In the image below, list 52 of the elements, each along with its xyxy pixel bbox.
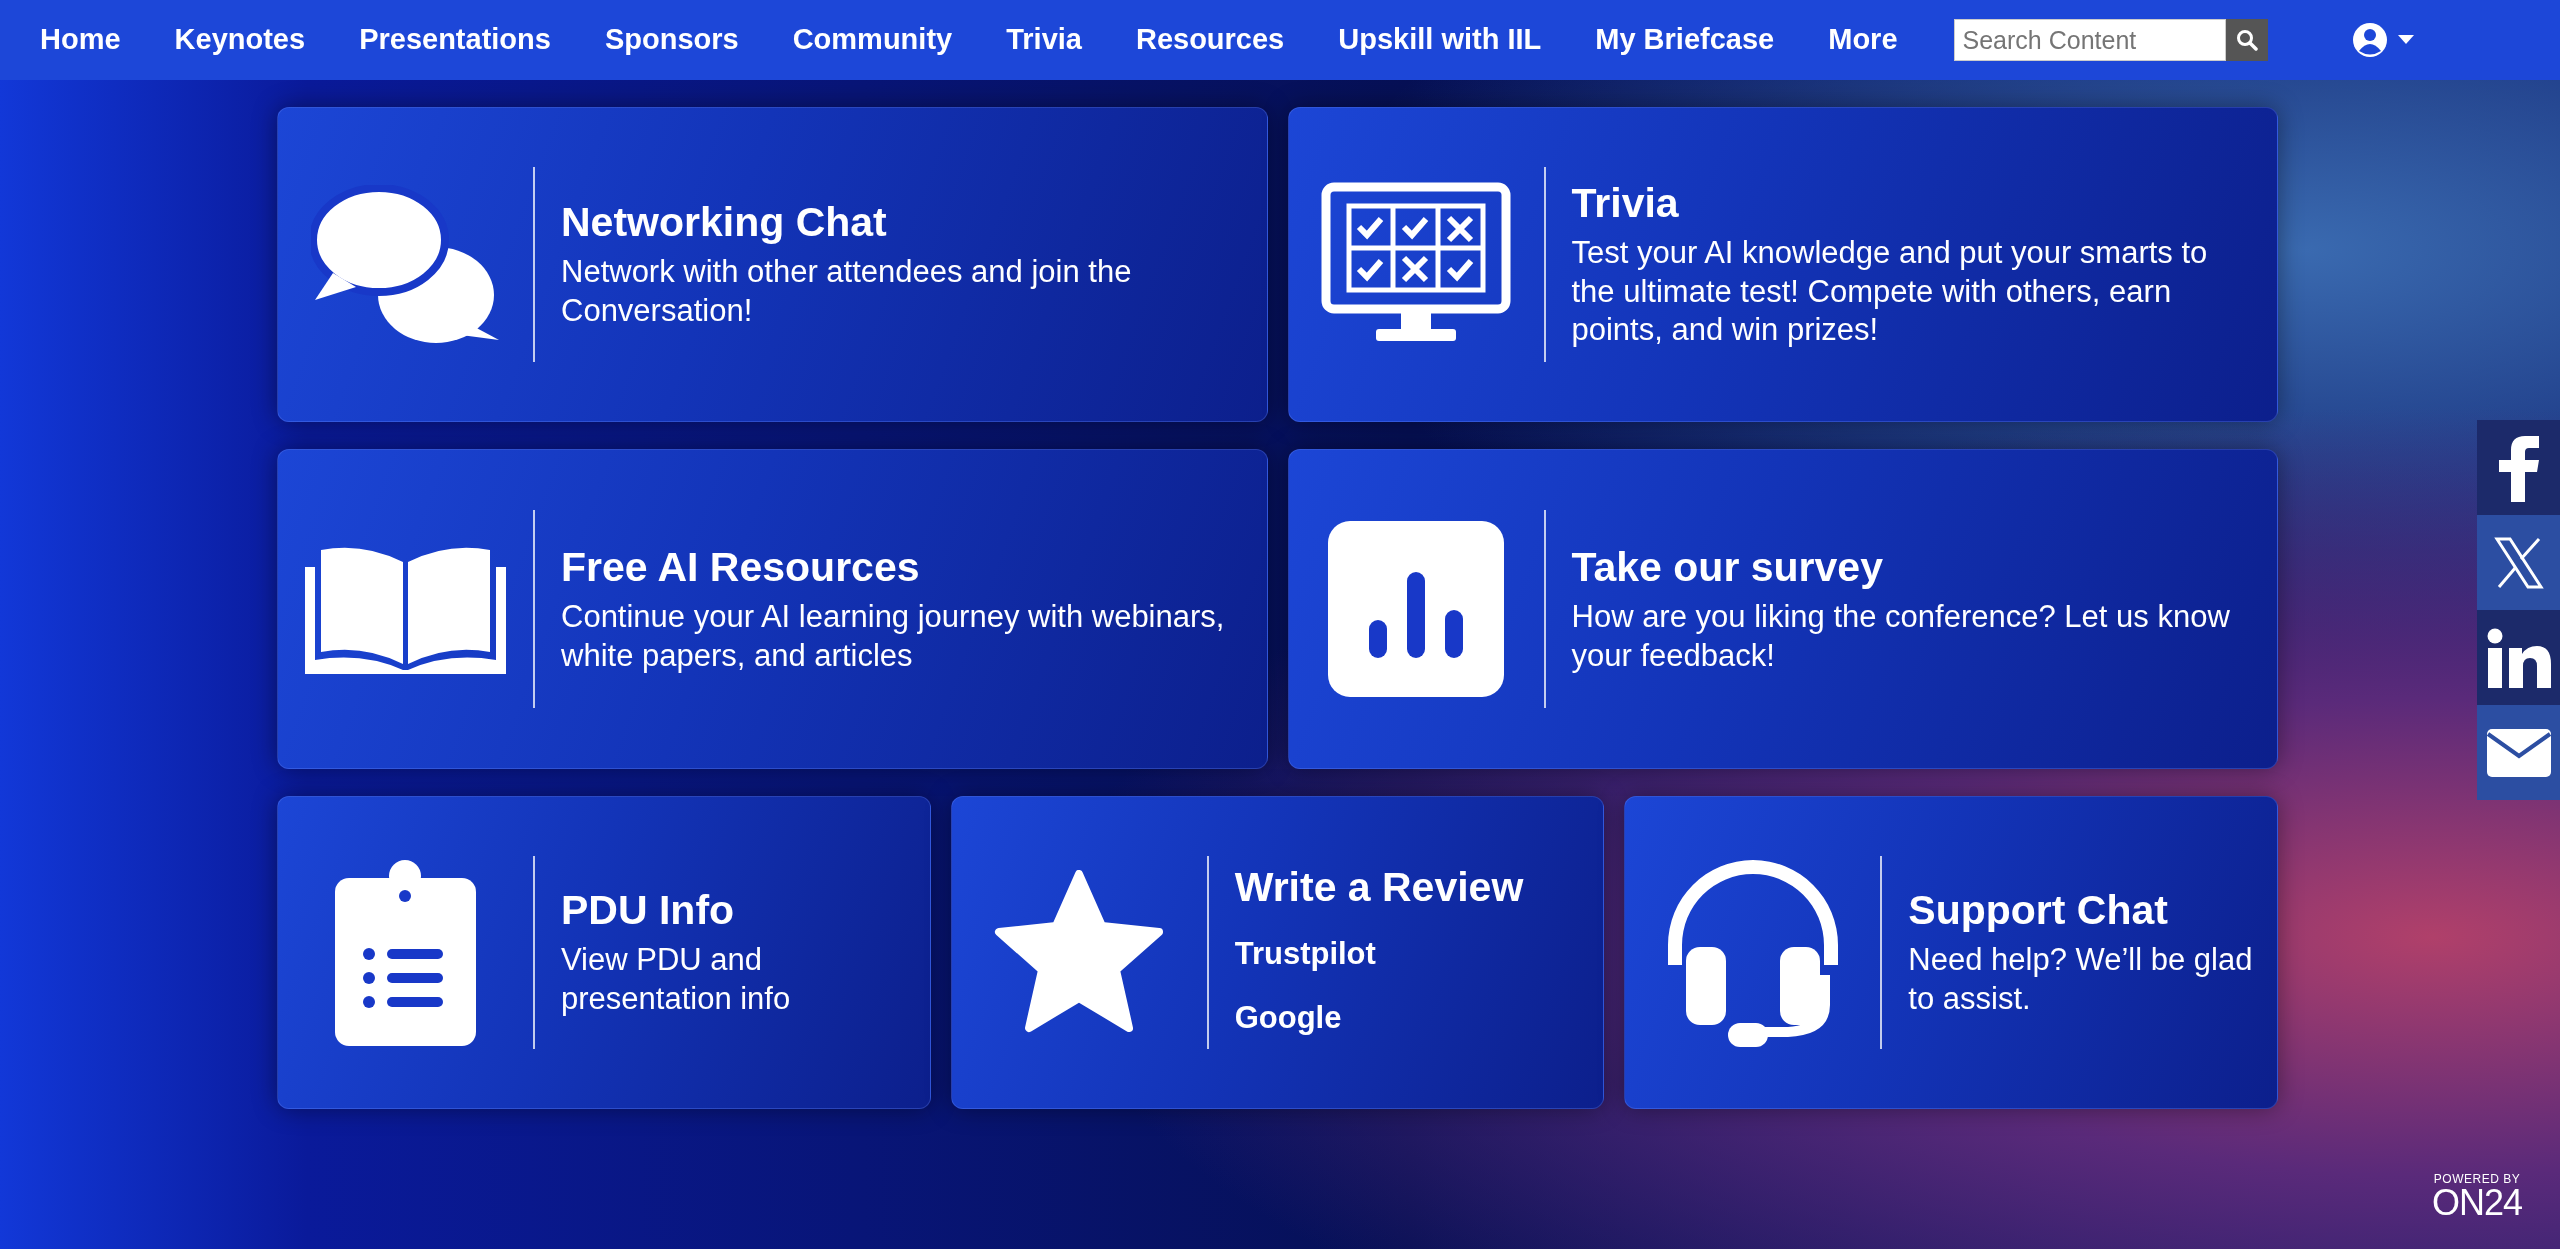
on24-logo: ON24 <box>2431 1185 2522 1221</box>
clipboard-list-icon <box>333 857 478 1048</box>
tile-description: Network with other attendees and join the Conversation! <box>561 253 1133 331</box>
tile-card[interactable]: Trivia Test your AI knowledge and put your smarts to the ultimate test! Compete with others, earn points, and win prizes! <box>1287 107 2278 422</box>
tile-description: Continue your AI learning journey with webinars, white papers, and articles <box>561 597 1226 675</box>
tile-title: PDU Info <box>561 886 736 936</box>
nav-link[interactable]: Trivia <box>1006 18 1082 62</box>
tile-card[interactable]: Support Chat Need help? We’ll be glad to assist. <box>1624 796 2278 1109</box>
search-button[interactable] <box>2225 19 2268 61</box>
star-icon <box>994 870 1165 1035</box>
review-link[interactable]: Google <box>1234 995 1524 1042</box>
nav-link[interactable]: Upskill with IIL <box>1338 18 1542 62</box>
tile-description: Test your AI knowledge and put your smarts to the ultimate test! Compete with others, earn points, and win prizes! <box>1571 233 2209 350</box>
tile-title: Write a Review <box>1234 863 1524 913</box>
tile-card[interactable]: Take our survey How are you liking the conference? Let us know your feedback! <box>1287 449 2278 769</box>
tile-card[interactable]: Networking Chat Network with other attendees and join the Conversation! <box>277 107 1268 422</box>
nav-link[interactable]: Community <box>792 18 953 62</box>
bar-chart-icon <box>1326 519 1506 699</box>
mail-icon <box>2485 727 2552 778</box>
tile-card[interactable]: PDU Info View PDU and presentation info <box>277 796 931 1109</box>
search-icon <box>2235 29 2258 51</box>
tile-card[interactable]: Write a Review Trustpilot Google <box>950 796 1605 1109</box>
nav-link[interactable]: Presentations <box>359 18 551 62</box>
search-field[interactable]: Search Content <box>1953 19 2226 61</box>
x-logo-icon <box>2493 536 2544 589</box>
tile-title: Support Chat <box>1908 886 2169 936</box>
facebook-icon <box>2496 433 2541 502</box>
review-link[interactable]: Trustpilot <box>1234 930 1524 978</box>
tile-title: Free AI Resources <box>561 542 921 592</box>
tile-title: Trivia <box>1571 178 1680 228</box>
nav-link[interactable]: Resources <box>1135 18 1285 62</box>
nav-link[interactable]: My Briefcase <box>1595 18 1775 62</box>
tile-description: View PDU and presentation info <box>561 941 792 1019</box>
tile-title: Take our survey <box>1571 542 1884 592</box>
speech-bubbles-icon <box>310 184 501 345</box>
tile-title: Networking Chat <box>561 198 888 248</box>
user-icon <box>2351 22 2388 58</box>
tile-description: How are you liking the conference? Let us know your feedback! <box>1571 597 2231 675</box>
powered-by-caption: POWERED BY <box>2432 1173 2522 1185</box>
nav-link[interactable]: Keynotes <box>174 18 306 62</box>
caret-icon <box>2397 35 2414 45</box>
linkedin-icon <box>2486 627 2551 688</box>
share-button[interactable] <box>2477 515 2560 610</box>
share-button[interactable] <box>2477 705 2560 800</box>
share-button[interactable] <box>2477 420 2560 515</box>
tile-card[interactable]: Free AI Resources Continue your AI learning journey with webinars, white papers, and articles <box>277 449 1268 769</box>
tile-description: Need help? We’ll be glad to assist. <box>1908 941 2254 1019</box>
nav-link[interactable]: More <box>1828 18 1898 62</box>
nav-link[interactable]: Sponsors <box>604 18 739 62</box>
user-menu-button[interactable] <box>2351 22 2414 58</box>
nav-link[interactable]: Home <box>40 18 121 62</box>
share-button[interactable] <box>2477 610 2560 705</box>
